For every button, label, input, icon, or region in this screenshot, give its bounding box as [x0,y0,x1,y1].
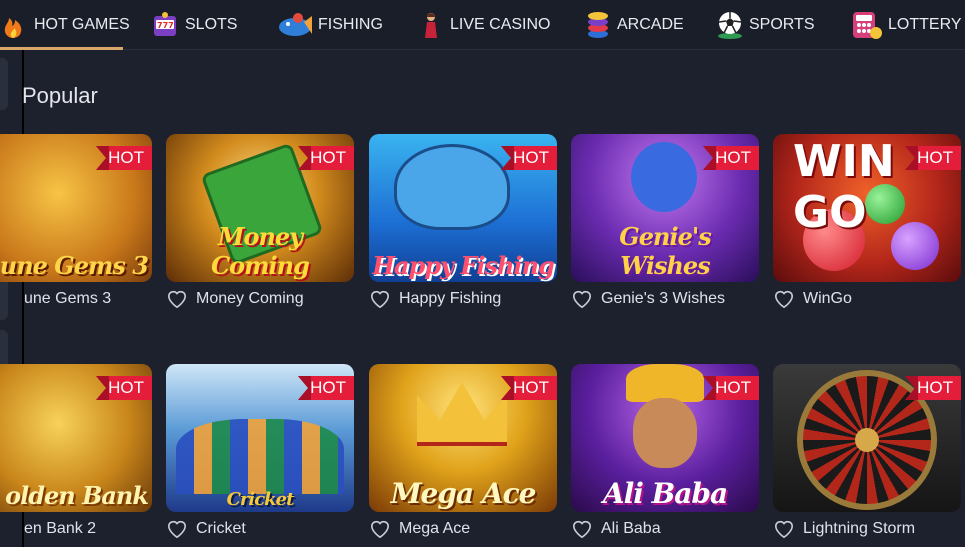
game-name: Ali Baba [601,520,661,537]
game-thumbnail[interactable]: Genie's Wishes HOT [571,134,759,282]
players-group [176,419,344,494]
game-art-title: Ali Baba [602,477,728,510]
game-caption: Happy Fishing [369,287,501,311]
game-art-title: Money Coming [211,222,310,280]
fishing-icon [276,10,314,40]
game-card[interactable]: Money Coming HOT Money Coming [166,134,354,311]
game-card[interactable]: HOT Lightning Storm [773,364,961,541]
game-thumbnail[interactable]: olden Bank HOT [0,364,152,512]
game-caption: une Gems 3 [24,287,111,311]
nav-item-slots[interactable]: 777 SLOTS [151,0,237,49]
game-card[interactable]: olden Bank HOT en Bank 2 [0,364,152,541]
game-caption: en Bank 2 [24,517,96,541]
dealer-icon [416,10,446,40]
nav-label: SLOTS [185,15,238,33]
wheel-hub [855,428,879,452]
game-art-title: une Gems 3 [0,251,149,280]
game-art-title: olden Bank [5,481,149,510]
game-caption: Lightning Storm [773,517,915,541]
game-card[interactable]: une Gems 3 HOT une Gems 3 [0,134,152,311]
game-thumbnail[interactable]: Happy Fishing HOT [369,134,557,282]
favorite-heart-icon[interactable] [571,289,593,309]
chips-icon [583,10,613,40]
shark-icon [394,144,510,230]
turban-icon [626,364,704,402]
svg-text:777: 777 [157,21,174,30]
nav-label: FISHING [318,15,383,33]
game-caption: Cricket [166,517,246,541]
game-name: WinGo [803,290,852,307]
game-name: Cricket [196,520,246,537]
game-thumbnail[interactable]: une Gems 3 HOT [0,134,152,282]
game-caption: Genie's 3 Wishes [571,287,725,311]
game-card[interactable]: Cricket HOT Cricket [166,364,354,541]
flame-icon [0,10,30,40]
game-thumbnail[interactable]: HOT [773,364,961,512]
nav-item-fishing[interactable]: FISHING [276,0,383,49]
genie-icon [631,142,697,212]
game-name: Mega Ace [399,520,471,537]
nav-item-hot-games[interactable]: HOT GAMES [0,0,130,49]
nav-item-sports[interactable]: SPORTS [715,0,815,49]
favorite-heart-icon[interactable] [369,289,391,309]
lottery-icon [850,10,884,40]
game-card[interactable]: Happy Fishing HOT Happy Fishing [369,134,557,311]
game-name: Money Coming [196,290,304,307]
game-thumbnail[interactable]: WIN GO HOT [773,134,961,282]
game-thumbnail[interactable]: Ali Baba HOT [571,364,759,512]
game-card[interactable]: Mega Ace HOT Mega Ace [369,364,557,541]
slot-machine-icon: 777 [151,10,181,40]
game-caption: WinGo [773,287,852,311]
rail-tab[interactable] [0,58,8,110]
game-card[interactable]: Genie's Wishes HOT Genie's 3 Wishes [571,134,759,311]
favorite-heart-icon[interactable] [166,519,188,539]
nav-label: SPORTS [749,15,815,33]
favorite-heart-icon[interactable] [773,289,795,309]
category-nav: HOT GAMES 777 SLOTS FISHING LIVE CASINO … [0,0,965,50]
game-name: Genie's 3 Wishes [601,290,725,307]
game-thumbnail[interactable]: Money Coming HOT [166,134,354,282]
game-name: Happy Fishing [399,290,502,307]
game-thumbnail[interactable]: Mega Ace HOT [369,364,557,512]
game-thumbnail[interactable]: Cricket HOT [166,364,354,512]
favorite-heart-icon[interactable] [773,519,795,539]
character-face [633,398,697,468]
nav-label: LIVE CASINO [450,15,551,33]
game-name: en Bank 2 [24,520,97,537]
game-caption: Mega Ace [369,517,470,541]
nav-label: ARCADE [617,15,684,33]
game-name: Lightning Storm [803,520,916,537]
favorite-heart-icon[interactable] [166,289,188,309]
game-art-title: Mega Ace [390,477,537,510]
favorite-heart-icon[interactable] [571,519,593,539]
nav-item-lottery[interactable]: LOTTERY [850,0,962,49]
game-art-title: Happy Fishing [372,251,555,280]
game-art-title: Cricket [226,489,295,510]
game-art-title: Genie's Wishes [619,222,711,280]
nav-label: HOT GAMES [34,15,130,33]
game-caption: Ali Baba [571,517,661,541]
nav-label: LOTTERY [888,15,962,33]
game-caption: Money Coming [166,287,304,311]
game-name: une Gems 3 [24,290,112,307]
nav-item-arcade[interactable]: ARCADE [583,0,684,49]
nav-item-live-casino[interactable]: LIVE CASINO [416,0,550,49]
soccer-ball-icon [715,10,745,40]
game-card[interactable]: WIN GO HOT WinGo [773,134,961,311]
favorite-heart-icon[interactable] [369,519,391,539]
section-title: Popular [22,83,98,108]
game-card[interactable]: Ali Baba HOT Ali Baba [571,364,759,541]
